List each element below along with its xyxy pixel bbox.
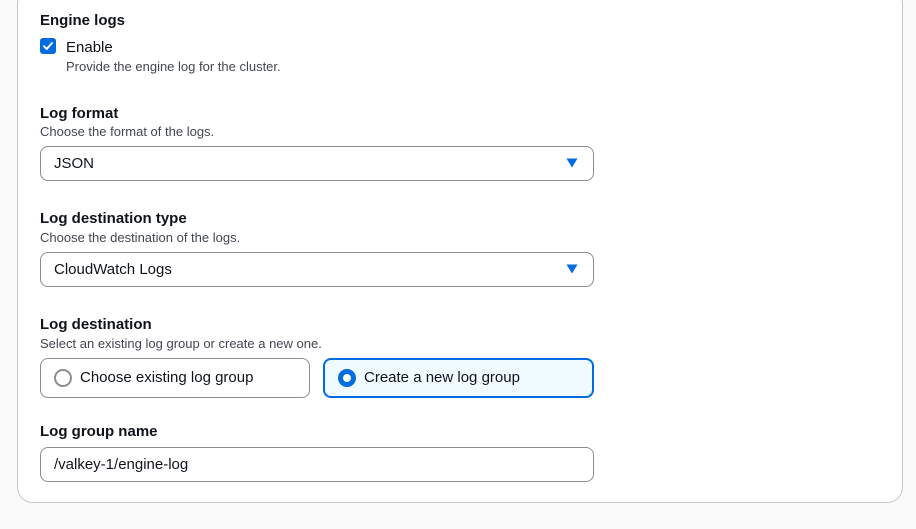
log-destination-type-description: Choose the destination of the logs. <box>40 230 241 245</box>
create-new-log-group-label: Create a new log group <box>364 369 520 386</box>
caret-down-icon <box>566 158 578 168</box>
enable-checkbox-label[interactable]: Enable <box>66 39 113 56</box>
create-new-log-group-radio[interactable] <box>338 369 356 387</box>
choose-existing-log-group-label: Choose existing log group <box>80 369 254 386</box>
log-format-label: Log format <box>40 105 119 122</box>
log-group-name-label: Log group name <box>40 423 158 440</box>
log-format-description: Choose the format of the logs. <box>40 124 215 139</box>
log-destination-label: Log destination <box>40 316 152 333</box>
log-format-select[interactable]: JSON <box>40 146 594 181</box>
enable-checkbox-description: Provide the engine log for the cluster. <box>66 59 281 74</box>
log-destination-description: Select an existing log group or create a… <box>40 336 322 351</box>
create-new-log-group-tile[interactable]: Create a new log group <box>323 358 594 398</box>
enable-checkbox[interactable] <box>40 38 56 54</box>
engine-logs-label: Engine logs <box>40 12 126 29</box>
log-destination-type-label: Log destination type <box>40 210 187 227</box>
choose-existing-log-group-tile[interactable]: Choose existing log group <box>40 358 310 398</box>
check-icon <box>43 42 53 50</box>
log-destination-type-selected-value: CloudWatch Logs <box>54 261 172 278</box>
choose-existing-log-group-radio[interactable] <box>54 369 72 387</box>
log-group-name-input[interactable] <box>40 447 594 482</box>
log-format-selected-value: JSON <box>54 155 95 172</box>
caret-down-icon <box>566 264 578 274</box>
log-destination-type-select[interactable]: CloudWatch Logs <box>40 252 594 287</box>
